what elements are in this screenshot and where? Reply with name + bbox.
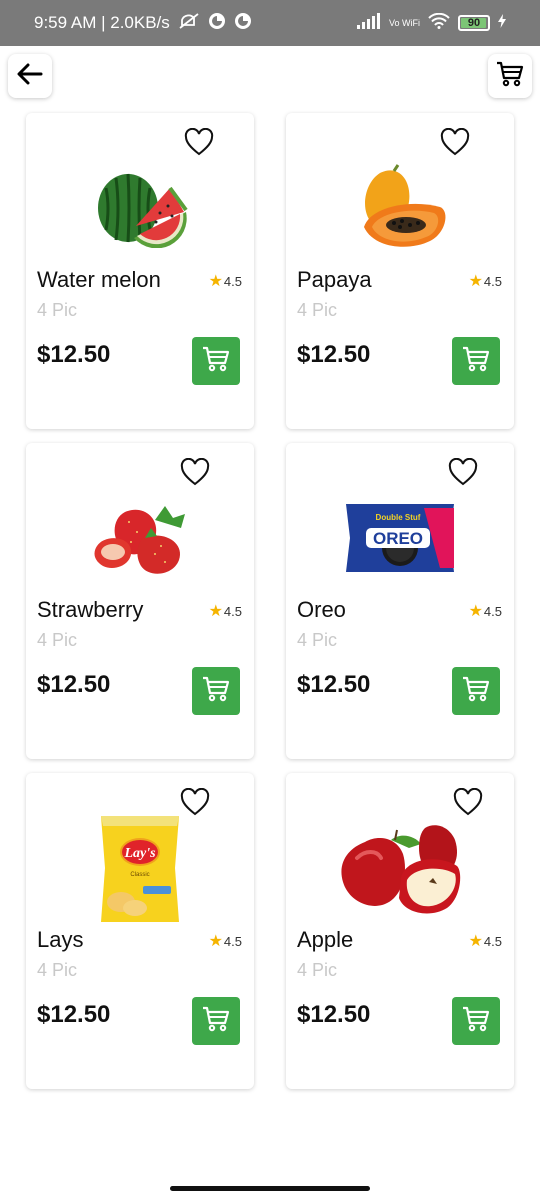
arrow-left-icon: [17, 63, 43, 90]
add-to-cart-button[interactable]: [192, 667, 240, 715]
add-to-cart-button[interactable]: [452, 997, 500, 1045]
product-name: Oreo: [297, 597, 346, 622]
top-bar: [0, 50, 540, 102]
product-card[interactable]: Apple ★ 4.5 4 Pic $12.50: [286, 773, 514, 1089]
oreo-brand-text: OREO: [373, 529, 423, 548]
add-to-cart-button[interactable]: [452, 337, 500, 385]
back-button[interactable]: [8, 54, 52, 98]
product-card[interactable]: Water melon ★ 4.5 4 Pic $12.50: [26, 113, 254, 429]
product-rating: ★ 4.5: [209, 931, 242, 951]
cart-button[interactable]: [488, 54, 532, 98]
product-card[interactable]: OREO Double Stuf Oreo ★ 4.5 4 Pic $12.50: [286, 443, 514, 759]
product-card[interactable]: Strawberry ★ 4.5 4 Pic $12.50: [26, 443, 254, 759]
status-left: 9:59 AM | 2.0KB/s: [34, 0, 252, 46]
cart-icon: [202, 1006, 230, 1037]
star-icon: ★: [468, 933, 483, 950]
product-price: $12.50: [297, 671, 371, 698]
product-price: $12.50: [37, 341, 111, 368]
star-icon: ★: [208, 273, 223, 290]
charging-icon: [498, 13, 506, 33]
battery-icon: 90: [458, 15, 490, 31]
product-image-strawberry: [66, 479, 214, 597]
product-price: $12.50: [297, 341, 371, 368]
product-rating: ★ 4.5: [469, 931, 502, 951]
product-name: Water melon: [37, 267, 161, 292]
star-icon: ★: [468, 273, 483, 290]
product-image-watermelon: [66, 149, 214, 267]
product-rating: ★ 4.5: [469, 601, 502, 621]
cart-icon: [462, 676, 490, 707]
lays-brand-text: Lay's: [123, 846, 156, 861]
cart-icon: [202, 346, 230, 377]
add-to-cart-button[interactable]: [192, 997, 240, 1045]
star-icon: ★: [208, 603, 223, 620]
time-speed: 9:59 AM | 2.0KB/s: [34, 13, 170, 32]
product-price: $12.50: [37, 1001, 111, 1028]
product-image-oreo: OREO Double Stuf: [326, 479, 474, 597]
mute-icon: [178, 12, 200, 35]
product-quantity: 4 Pic: [297, 960, 338, 980]
rating-value: 4.5: [483, 603, 502, 619]
cart-icon: [462, 1006, 490, 1037]
rating-value: 4.5: [223, 273, 242, 289]
cart-icon: [462, 346, 490, 377]
lays-subtext: Classic: [130, 872, 149, 878]
product-price: $12.50: [297, 1001, 371, 1028]
product-quantity: 4 Pic: [37, 630, 78, 650]
product-price: $12.50: [37, 671, 111, 698]
product-name: Apple: [297, 927, 354, 952]
signal-icon: [356, 12, 381, 34]
wifi-icon: [428, 12, 450, 34]
cart-icon: [202, 676, 230, 707]
cart-icon: [496, 61, 524, 92]
product-image-lays: Lay's Classic: [66, 811, 214, 927]
status-right: Vo WiFi 90: [356, 0, 506, 46]
product-card[interactable]: Papaya ★ 4.5 4 Pic $12.50: [286, 113, 514, 429]
star-icon: ★: [208, 933, 223, 950]
product-name: Strawberry: [37, 597, 144, 622]
add-to-cart-button[interactable]: [192, 337, 240, 385]
product-card[interactable]: Lay's Classic Lays ★ 4.5 4 Pic $12.50: [26, 773, 254, 1089]
product-quantity: 4 Pic: [37, 300, 78, 320]
add-to-cart-button[interactable]: [452, 667, 500, 715]
app-notification-icon: [234, 12, 252, 35]
product-name: Papaya: [297, 267, 372, 292]
battery-level: 90: [467, 17, 481, 29]
product-image-papaya: [326, 149, 474, 267]
product-name: Lays: [37, 927, 84, 952]
home-indicator[interactable]: [170, 1186, 370, 1191]
rating-value: 4.5: [223, 933, 242, 949]
star-icon: ★: [468, 603, 483, 620]
rating-value: 4.5: [223, 603, 242, 619]
rating-value: 4.5: [483, 933, 502, 949]
app-notification-icon: [208, 12, 226, 35]
product-rating: ★ 4.5: [209, 271, 242, 291]
oreo-subtext: Double Stuf: [376, 513, 421, 522]
product-rating: ★ 4.5: [209, 601, 242, 621]
product-rating: ★ 4.5: [469, 271, 502, 291]
product-quantity: 4 Pic: [297, 630, 338, 650]
product-quantity: 4 Pic: [37, 960, 78, 980]
status-bar: 9:59 AM | 2.0KB/s Vo WiFi 90: [0, 0, 540, 46]
product-quantity: 4 Pic: [297, 300, 338, 320]
rating-value: 4.5: [483, 273, 502, 289]
product-image-apple: [316, 809, 484, 927]
vowifi-label: Vo WiFi: [388, 17, 420, 28]
